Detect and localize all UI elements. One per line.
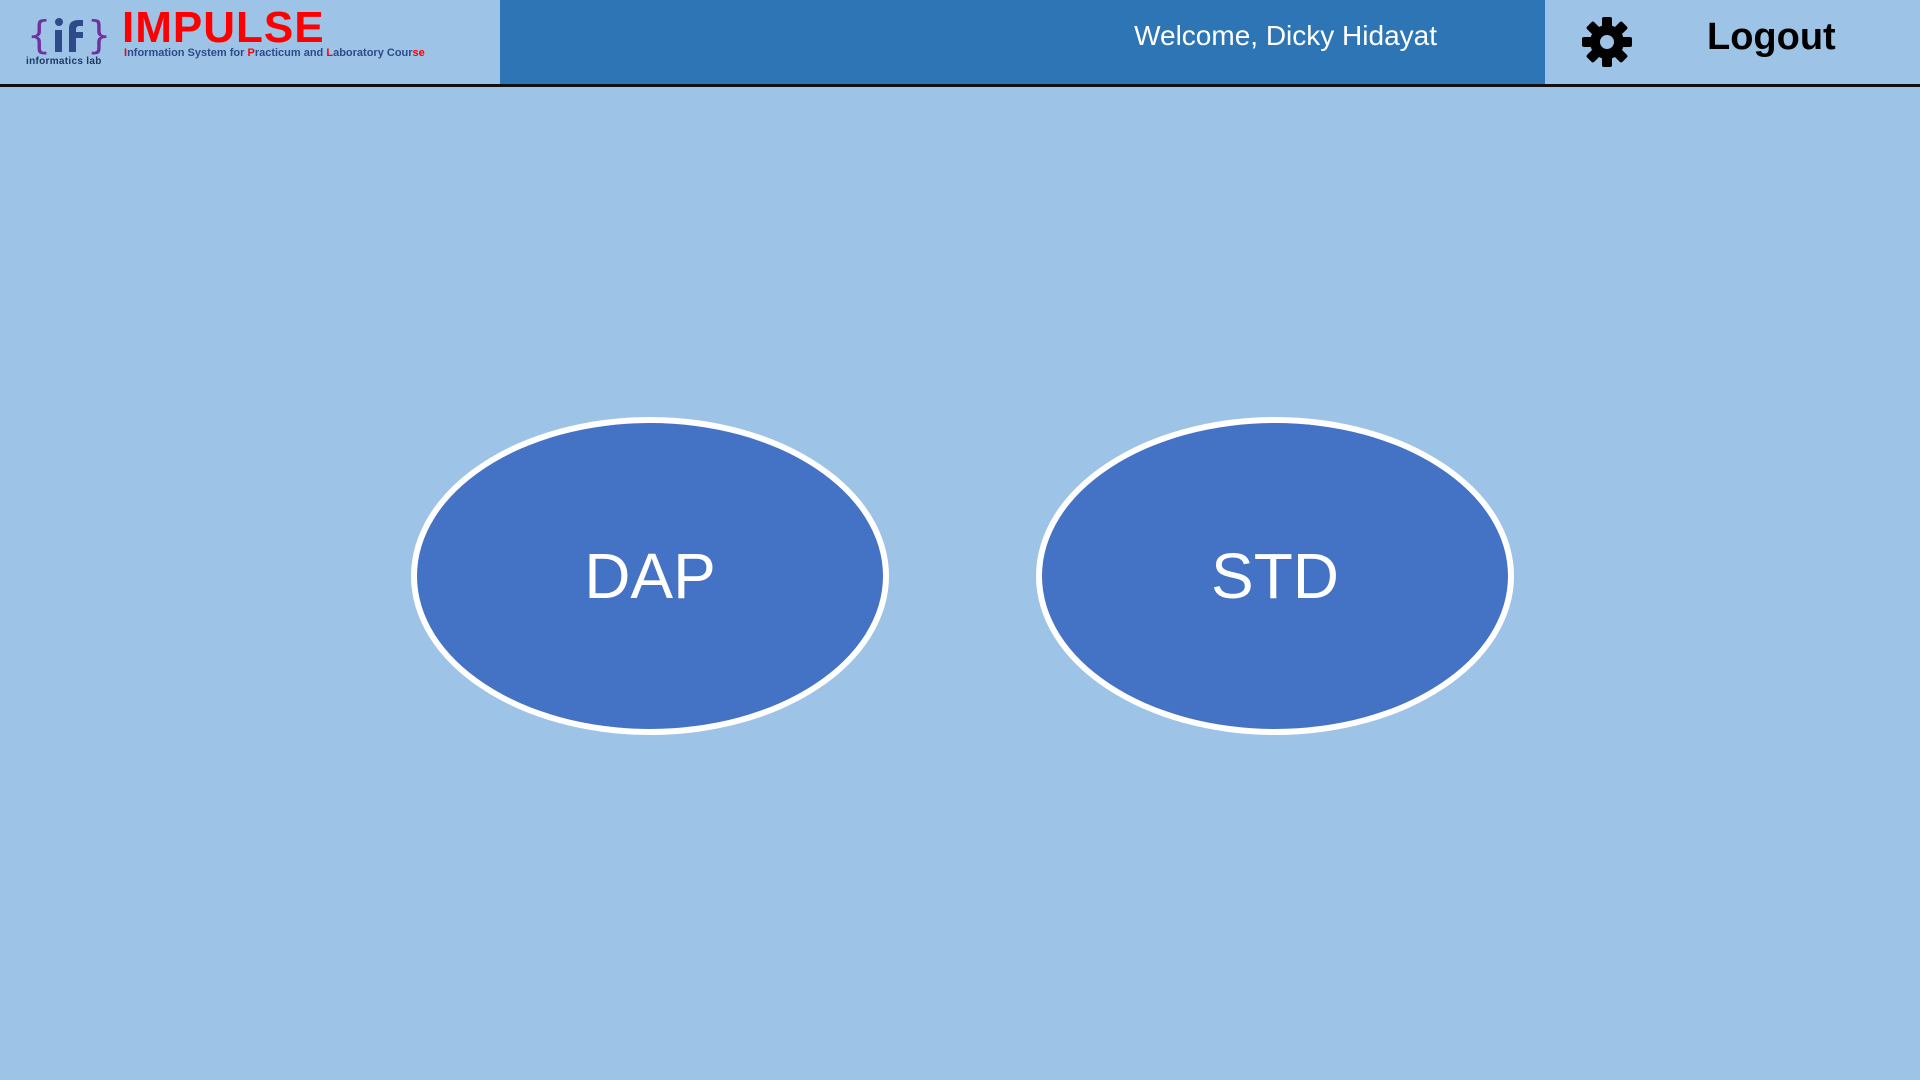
logo-sub-label: informatics lab [26, 56, 102, 67]
app-tagline: Information System for Practicum and Lab… [124, 47, 425, 59]
gear-icon [1582, 17, 1632, 67]
logo-area: { } informatics lab IMPULSE Information … [0, 0, 500, 84]
app-title: IMPULSE [122, 3, 325, 52]
header-actions: Logout [1545, 0, 1920, 84]
dap-button[interactable]: DAP [411, 417, 889, 735]
welcome-bar: Welcome, Dicky Hidayat [500, 0, 1545, 84]
settings-button[interactable] [1579, 14, 1635, 70]
svg-text:{: { [27, 13, 51, 57]
logout-button[interactable]: Logout [1707, 16, 1836, 59]
std-button[interactable]: STD [1036, 417, 1514, 735]
svg-text:}: } [87, 13, 111, 57]
top-header: { } informatics lab IMPULSE Information … [0, 0, 1920, 87]
welcome-message: Welcome, Dicky Hidayat [1134, 20, 1437, 51]
